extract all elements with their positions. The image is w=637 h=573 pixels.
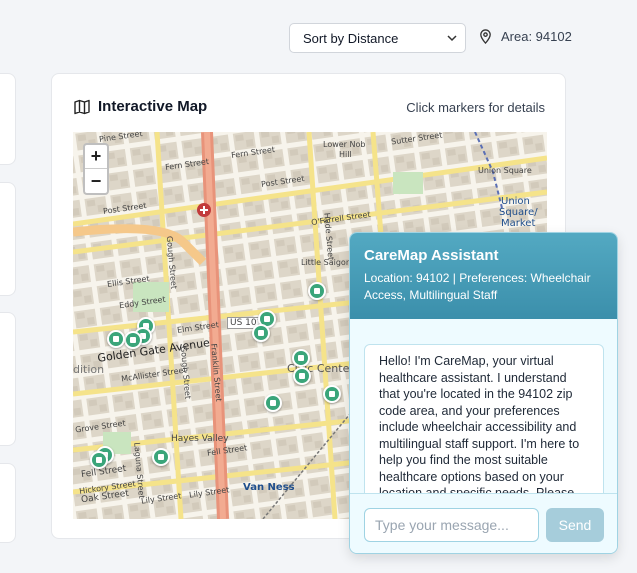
map-hint: Click markers for details — [406, 100, 545, 115]
map-header: Interactive Map — [74, 98, 207, 115]
zoom-in-button[interactable]: + — [85, 145, 107, 169]
sort-select[interactable]: Sort by Distance — [289, 23, 466, 53]
map-pin-icon — [480, 29, 491, 44]
map-title: Interactive Map — [98, 98, 208, 115]
sort-select-value: Sort by Distance — [303, 30, 399, 46]
facility-marker[interactable] — [124, 331, 142, 349]
chevron-down-icon — [447, 35, 457, 42]
street-label: Union — [501, 196, 530, 207]
facility-marker[interactable] — [152, 448, 170, 466]
assistant-message: Hello! I'm CareMap, your virtual healthc… — [364, 344, 604, 493]
facility-marker[interactable] — [252, 324, 270, 342]
zoom-out-button[interactable]: − — [85, 169, 107, 193]
chat-title: CareMap Assistant — [364, 247, 499, 264]
facility-marker[interactable] — [308, 282, 326, 300]
zoom-control: + − — [83, 143, 109, 195]
facility-marker[interactable] — [264, 394, 282, 412]
street-label: Lower Nob — [323, 140, 366, 149]
chat-header: CareMap Assistant Location: 94102 | Pref… — [350, 233, 617, 319]
chat-composer: Send — [350, 493, 617, 553]
street-label: dition — [73, 363, 105, 376]
street-label: Hayes Valley — [171, 434, 229, 444]
sidebar-card-3 — [0, 312, 16, 446]
street-label: Hill — [339, 150, 352, 159]
chat-panel: CareMap Assistant Location: 94102 | Pref… — [349, 232, 618, 554]
street-label: Square/ — [499, 207, 538, 218]
facility-marker[interactable] — [107, 330, 125, 348]
sidebar-card-2 — [0, 182, 16, 296]
facility-marker[interactable] — [323, 385, 341, 403]
send-button[interactable]: Send — [546, 508, 604, 542]
street-label: Union Square — [478, 166, 532, 175]
chat-messages[interactable]: Hello! I'm CareMap, your virtual healthc… — [350, 319, 617, 493]
facility-marker[interactable] — [293, 367, 311, 385]
facility-marker[interactable] — [292, 349, 310, 367]
map-icon — [74, 99, 90, 114]
sidebar-card-4 — [0, 463, 16, 543]
sidebar-card-1 — [0, 73, 16, 165]
street-label: Market — [501, 218, 536, 229]
area-indicator: Area: 94102 — [478, 29, 572, 44]
chat-subtitle: Location: 94102 | Preferences: Wheelchai… — [364, 271, 591, 302]
facility-marker[interactable] — [90, 451, 108, 469]
chat-input[interactable] — [364, 508, 539, 542]
area-label: Area: 94102 — [501, 29, 572, 44]
street-label: Van Ness — [243, 482, 295, 493]
